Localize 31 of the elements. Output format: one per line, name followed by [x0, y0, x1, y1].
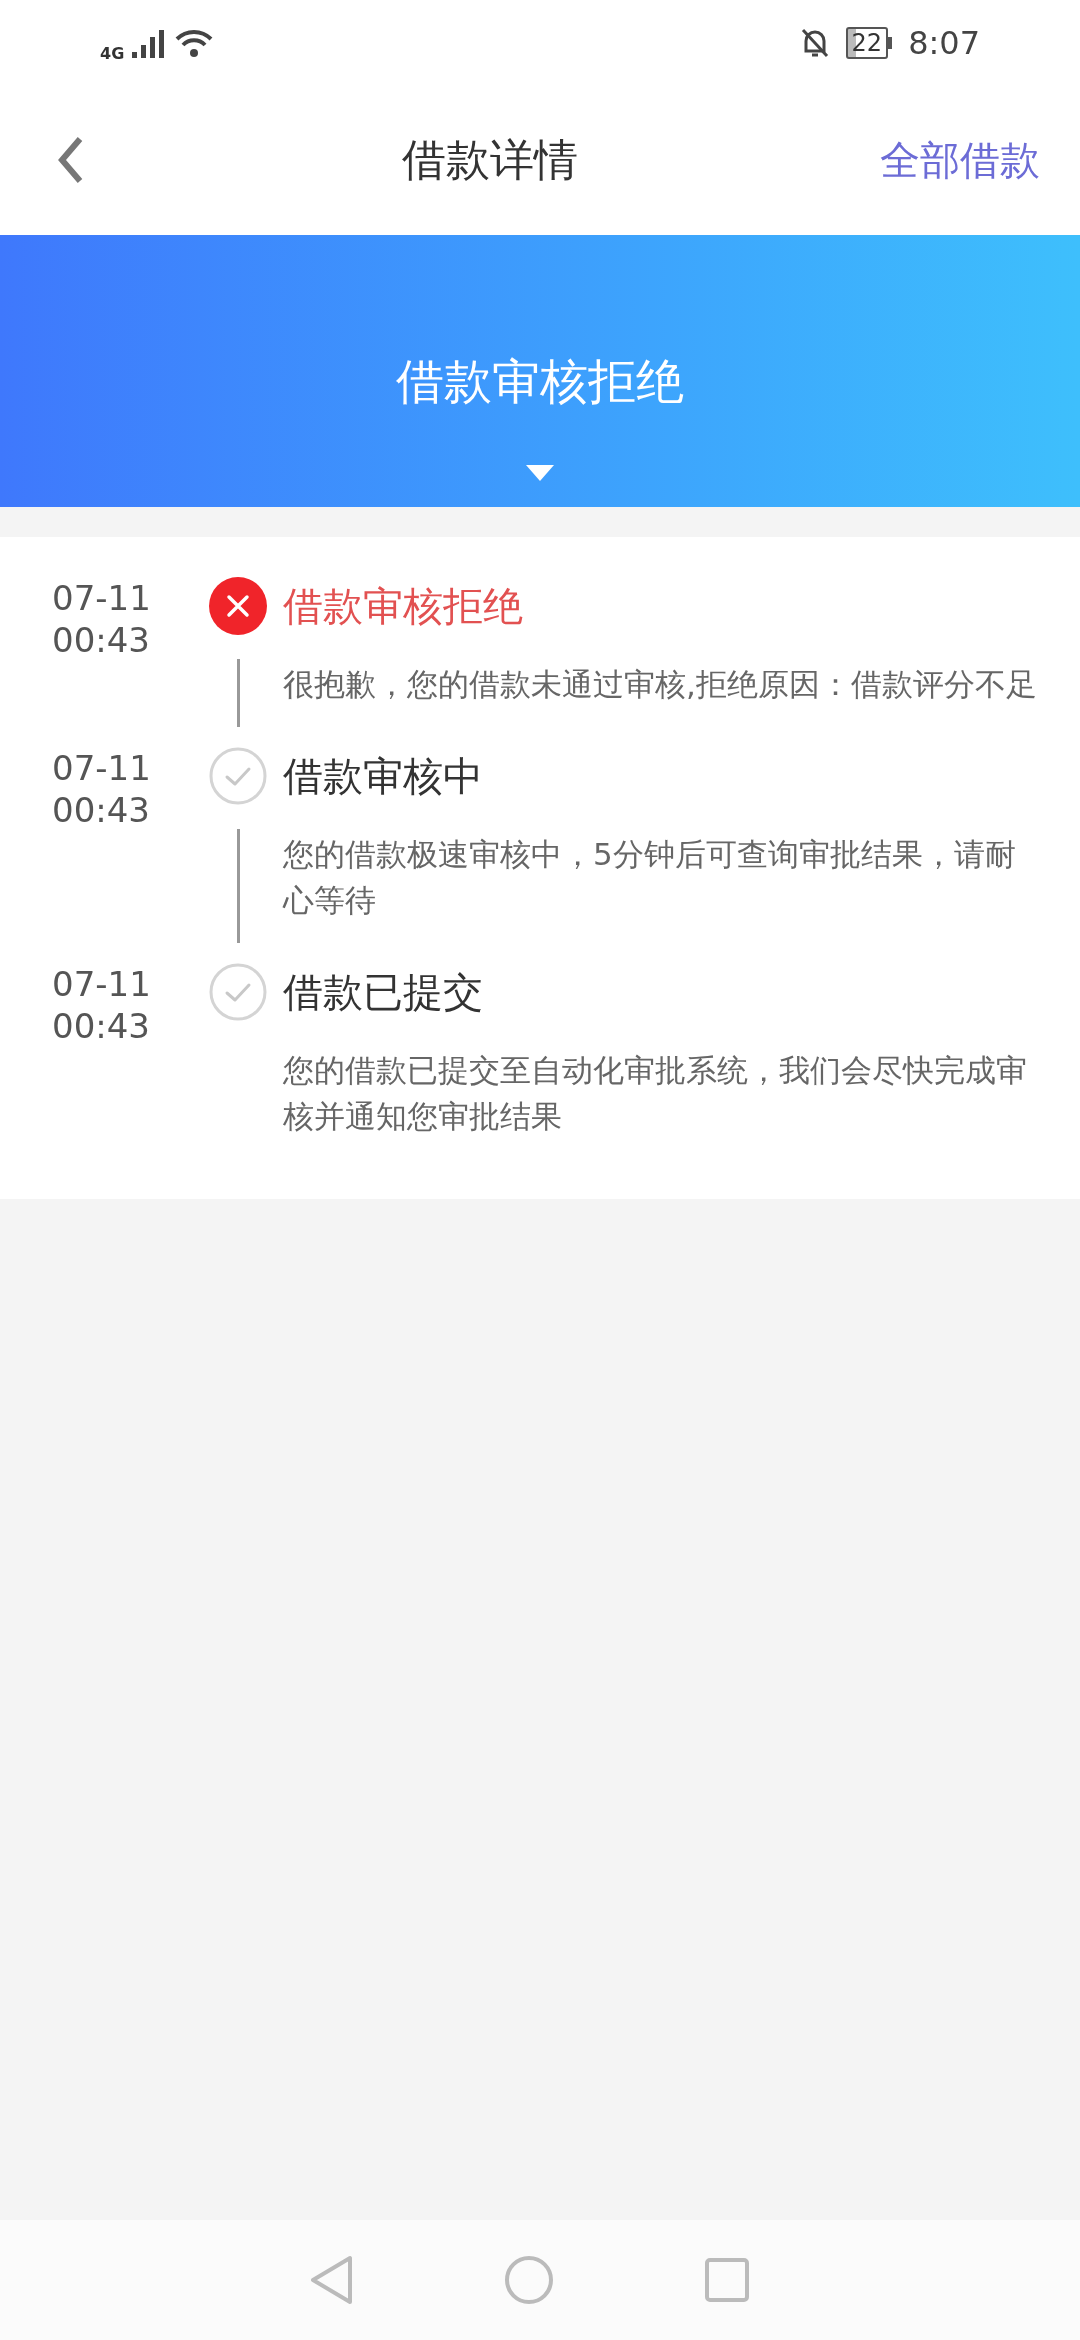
page-title: 借款详情: [402, 133, 578, 187]
step-description: 您的借款极速审核中，5分钟后可查询审批结果，请耐心等待: [283, 835, 1017, 920]
step-date: 07-11: [52, 577, 152, 619]
dropdown-triangle-icon: [526, 465, 554, 481]
step-description: 很抱歉，您的借款未通过审核,拒绝原因：借款评分不足: [283, 665, 1038, 704]
network-label: 4G: [100, 42, 125, 65]
battery-indicator: 22: [845, 26, 889, 59]
all-loans-link[interactable]: 全部借款: [880, 130, 1040, 190]
square-icon: [704, 2257, 750, 2303]
circle-icon: [504, 2255, 554, 2305]
step-time: 00:43: [52, 789, 151, 831]
home-nav-button[interactable]: [504, 2255, 554, 2305]
recents-nav-button[interactable]: [704, 2257, 750, 2303]
back-nav-button[interactable]: [310, 2255, 354, 2305]
step-title: 借款已提交: [283, 968, 484, 1017]
check-icon: [209, 747, 267, 805]
clock: 8:07: [908, 22, 980, 64]
triangle-icon: [310, 2255, 354, 2305]
step-date: 07-11: [52, 963, 152, 1005]
close-icon: [209, 577, 267, 635]
step-title: 借款审核拒绝: [283, 582, 524, 631]
banner-status: 借款审核拒绝: [396, 352, 684, 411]
step-description: 您的借款已提交至自动化审批系统，我们会尽快完成审核并通知您审批结果: [283, 1051, 1028, 1136]
step-time: 00:43: [52, 619, 151, 661]
step-time: 00:43: [52, 1005, 151, 1047]
muted-bell-icon: [799, 26, 830, 59]
step-title: 借款审核中: [283, 752, 484, 801]
back-icon: [56, 135, 84, 185]
step-date: 07-11: [52, 747, 152, 789]
check-icon: [209, 963, 267, 1021]
signal-icon: [132, 27, 167, 58]
